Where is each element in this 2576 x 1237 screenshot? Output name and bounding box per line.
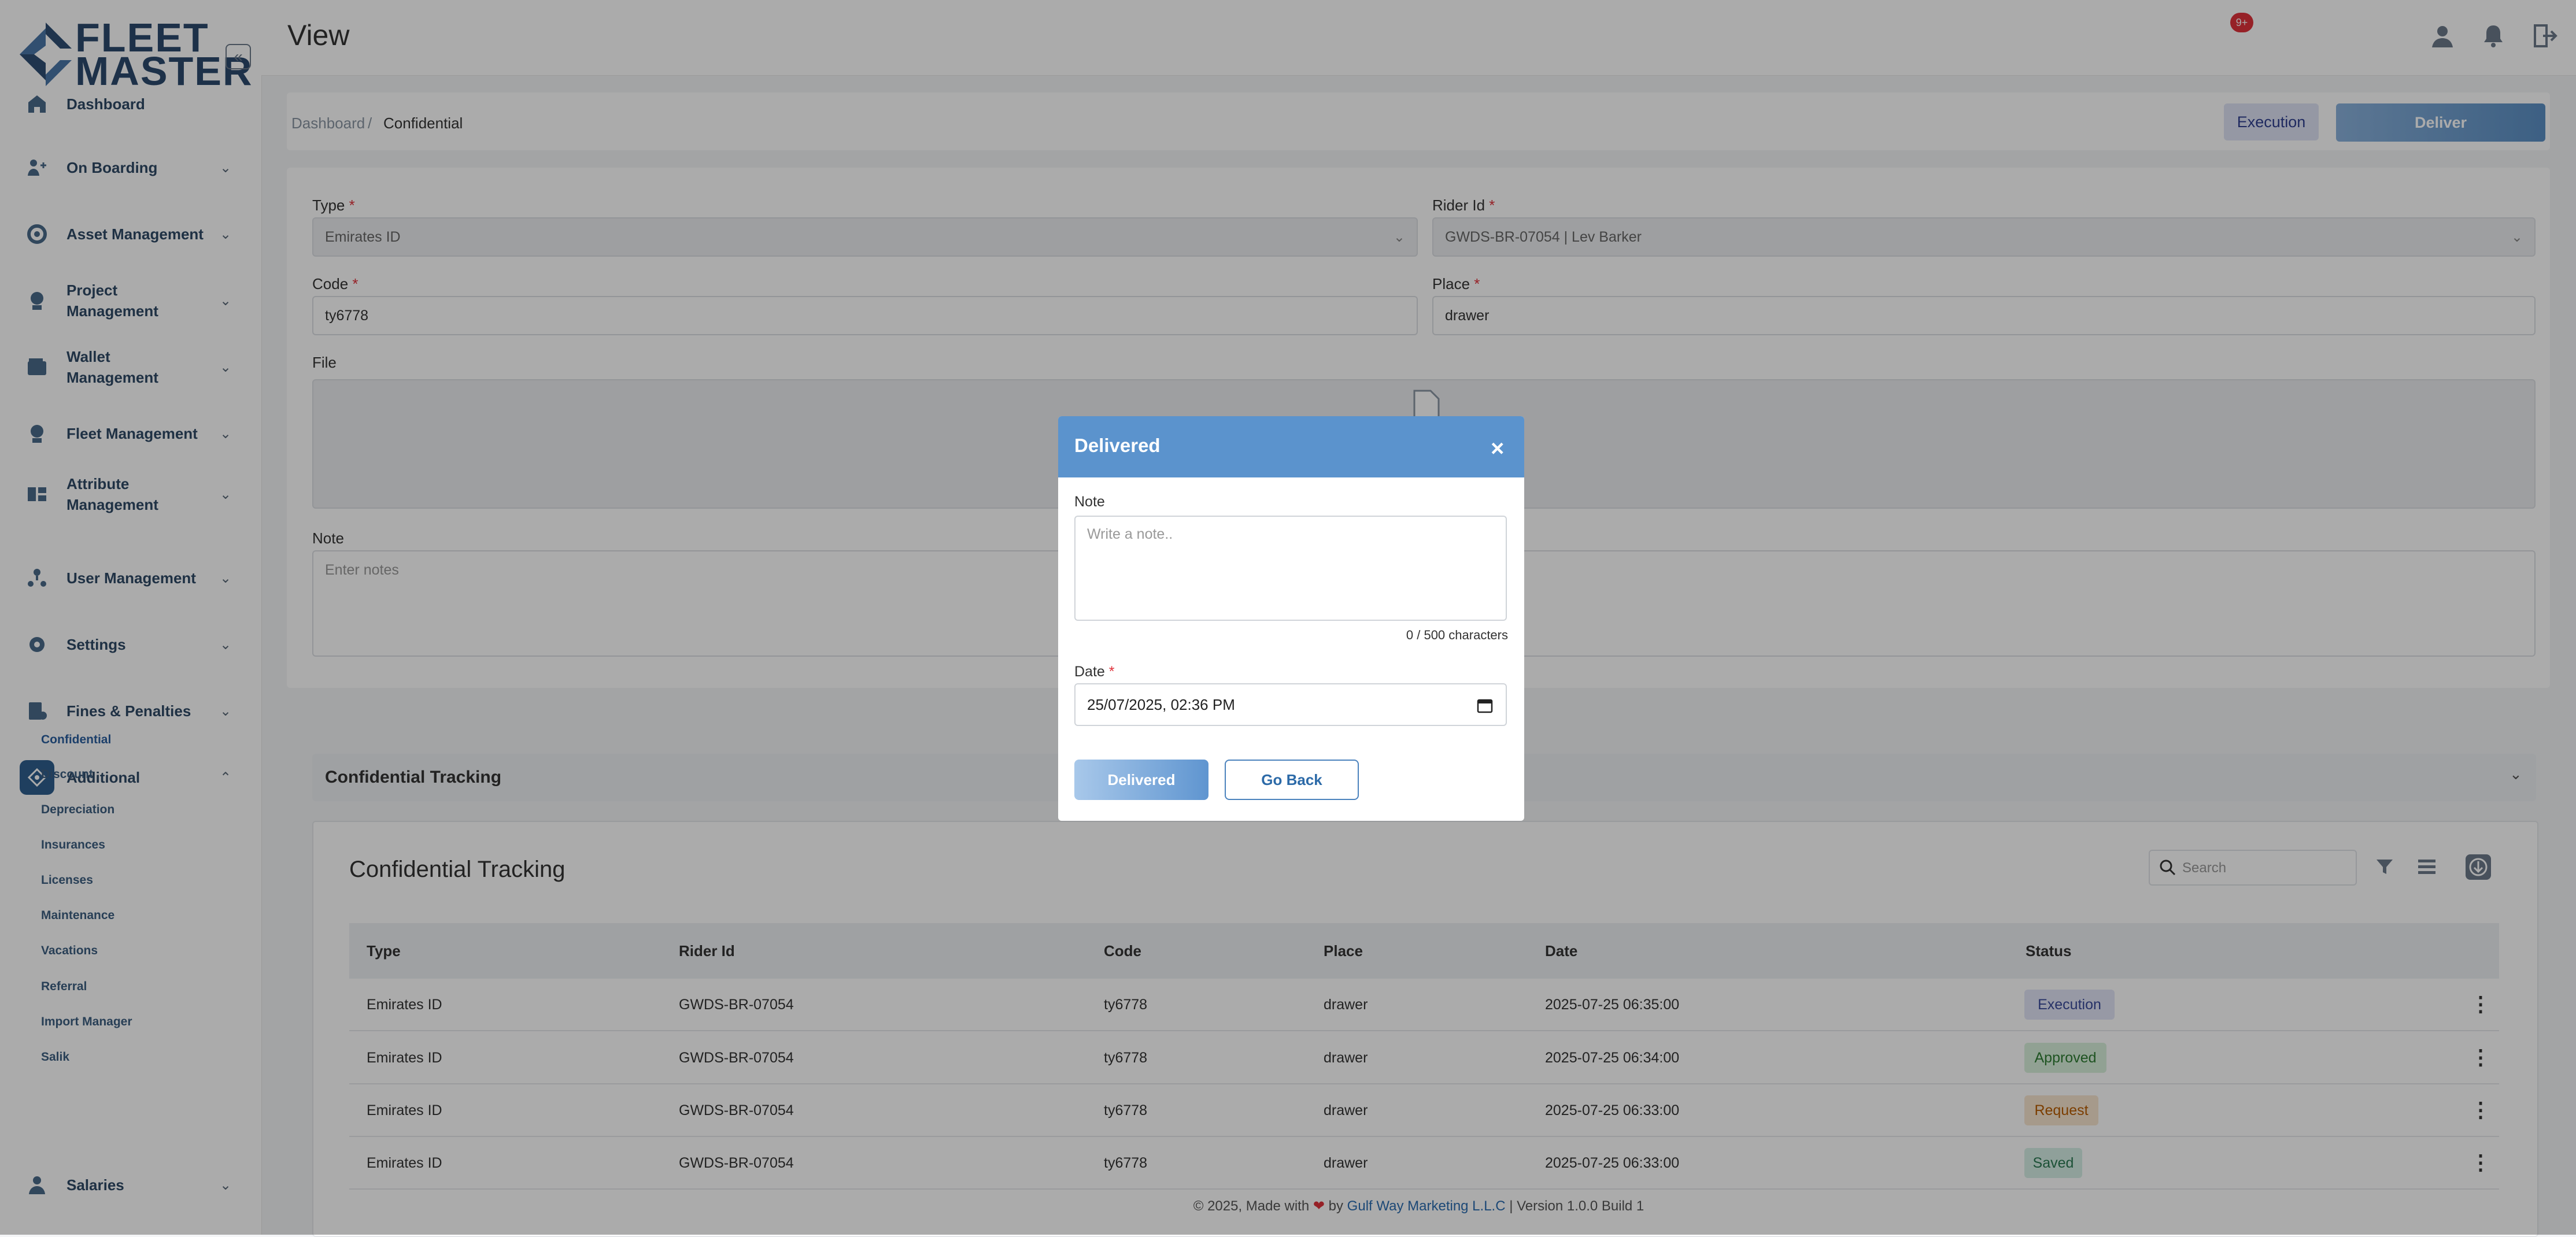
modal-date-value: 25/07/2025, 02:36 PM: [1087, 695, 1235, 713]
modal-header: Delivered ×: [1058, 416, 1524, 477]
go-back-button[interactable]: Go Back: [1225, 760, 1359, 800]
modal-date-label: Date *: [1074, 664, 1115, 680]
modal-note-textarea[interactable]: Write a note..: [1074, 516, 1507, 621]
app-root: FLEET MASTER « Dashboard On Boarding ⌄ Asse…: [0, 0, 2576, 1237]
delivered-modal: Delivered × Note Write a note.. 0 / 500 …: [1058, 416, 1524, 821]
modal-title: Delivered: [1074, 435, 1161, 456]
close-icon[interactable]: ×: [1491, 436, 1504, 462]
modal-date-input[interactable]: 25/07/2025, 02:36 PM: [1074, 683, 1507, 726]
calendar-icon[interactable]: [1477, 697, 1493, 717]
delivered-submit-button[interactable]: Delivered: [1074, 760, 1208, 800]
note-character-count: 0 / 500 characters: [1406, 628, 1508, 642]
modal-note-label: Note: [1074, 494, 1105, 510]
